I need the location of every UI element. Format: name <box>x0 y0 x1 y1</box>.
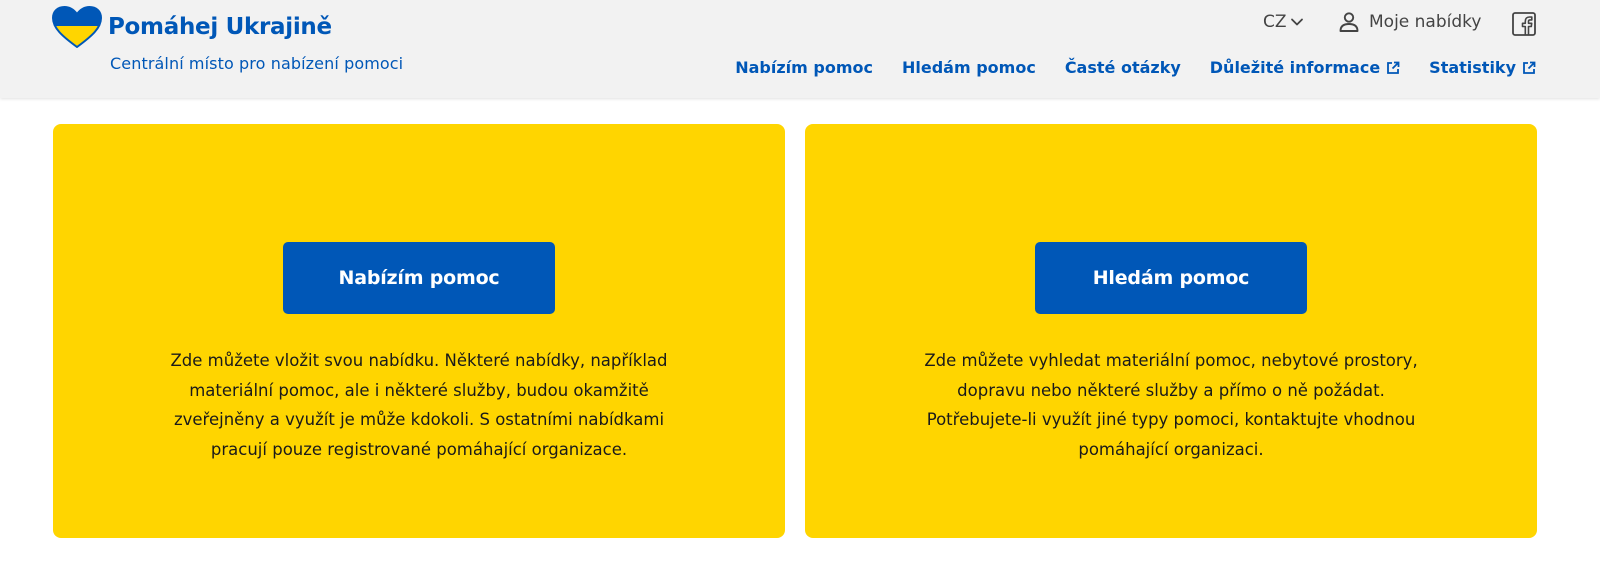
nav-item-seek-help[interactable]: Hledám pomoc <box>902 58 1036 77</box>
main-navigation: Nabízím pomoc Hledám pomoc Časté otázky … <box>706 58 1536 77</box>
chevron-down-icon <box>1290 18 1303 26</box>
nav-item-offer-help[interactable]: Nabízím pomoc <box>735 58 873 77</box>
site-header: Pomáhej Ukrajině Centrální místo pro nab… <box>0 0 1600 98</box>
language-label: CZ <box>1263 12 1287 32</box>
nav-item-label: Hledám pomoc <box>902 58 1036 77</box>
seek-help-card: Hledám pomoc Zde můžete vyhledat materiá… <box>805 124 1537 538</box>
my-offers-label: Moje nabídky <box>1369 12 1482 32</box>
action-cards: Nabízím pomoc Zde můžete vložit svou nab… <box>53 124 1537 538</box>
nav-item-faq[interactable]: Časté otázky <box>1065 58 1181 77</box>
nav-item-label: Nabízím pomoc <box>735 58 873 77</box>
nav-item-important-info[interactable]: Důležité informace <box>1210 58 1400 77</box>
heart-flag-icon <box>52 6 102 48</box>
facebook-icon[interactable] <box>1512 12 1536 36</box>
seek-help-button[interactable]: Hledám pomoc <box>1035 242 1307 314</box>
seek-help-description: Zde můžete vyhledat materiální pomoc, ne… <box>924 351 1418 459</box>
my-offers-link[interactable]: Moje nabídky <box>1337 10 1481 34</box>
external-link-icon <box>1523 61 1536 74</box>
nav-item-label: Statistiky <box>1429 58 1516 77</box>
user-icon <box>1339 12 1359 32</box>
offer-help-card: Nabízím pomoc Zde můžete vložit svou nab… <box>53 124 785 538</box>
nav-item-label: Časté otázky <box>1064 58 1181 77</box>
external-link-icon <box>1387 61 1400 74</box>
brand-title: Pomáhej Ukrajině <box>108 14 332 40</box>
offer-help-button[interactable]: Nabízím pomoc <box>283 242 555 314</box>
nav-item-label: Důležité informace <box>1209 58 1381 77</box>
nav-item-statistics[interactable]: Statistiky <box>1429 58 1536 77</box>
brand-subtitle: Centrální místo pro nabízení pomoci <box>110 54 404 73</box>
offer-help-description: Zde můžete vložit svou nabídku. Některé … <box>170 351 668 459</box>
language-selector[interactable]: CZ <box>1263 12 1305 32</box>
brand-logo-link[interactable]: Pomáhej Ukrajině <box>52 6 332 48</box>
